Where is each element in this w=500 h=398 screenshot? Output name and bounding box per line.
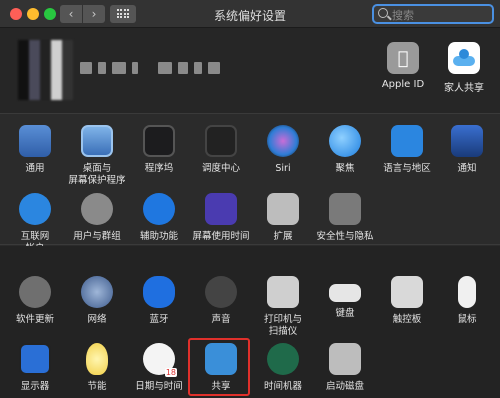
item-label: 启动磁盘 xyxy=(325,381,364,392)
title-bar: ‹ › 系统偏好设置 搜索 xyxy=(0,0,500,28)
item-label: 桌面与 屏幕保护程序 xyxy=(68,163,126,186)
section1-item-dock[interactable]: 程序坞 xyxy=(128,125,190,175)
preferences-section-2: 软件更新 网络 蓝牙 声音 打印机与 扫描仪 键盘 触控板 鼠标 显示器 节能 18 日期与时间 共享时… xyxy=(0,246,500,398)
section1-item-siri[interactable]: Siri xyxy=(252,125,314,175)
energy-saver-icon xyxy=(86,343,108,375)
item-label: 用户与群组 xyxy=(73,231,121,242)
section1-item-language-region[interactable]: 语言与地区 xyxy=(376,125,438,175)
account-header:  Apple ID 家人共享 xyxy=(0,28,500,114)
item-label: 调度中心 xyxy=(201,163,240,174)
item-label: 屏幕使用时间 xyxy=(192,231,250,242)
section2-item-energy-saver[interactable]: 节能 xyxy=(66,343,128,393)
section2-item-mouse[interactable]: 鼠标 xyxy=(436,276,498,326)
section2-item-date-time[interactable]: 18 日期与时间 xyxy=(128,343,190,393)
item-label: 辅助功能 xyxy=(139,231,178,242)
item-label: 打印机与 扫描仪 xyxy=(263,314,302,337)
item-label: 安全性与隐私 xyxy=(316,231,374,242)
item-label: 日期与时间 xyxy=(135,381,183,392)
item-label: 键盘 xyxy=(335,308,355,319)
section2-item-startup-disk[interactable]: 启动磁盘 xyxy=(314,343,376,393)
mission-control-icon xyxy=(205,125,237,157)
search-icon xyxy=(378,8,388,18)
section2-item-bluetooth[interactable]: 蓝牙 xyxy=(128,276,190,326)
mouse-icon xyxy=(458,276,476,308)
section1-item-notifications[interactable]: 通知 xyxy=(436,125,498,175)
section1-item-accessibility[interactable]: 辅助功能 xyxy=(128,193,190,243)
bluetooth-icon xyxy=(143,276,175,308)
accessibility-icon xyxy=(143,193,175,225)
item-label: 显示器 xyxy=(20,381,50,392)
network-icon xyxy=(81,276,113,308)
item-label: 声音 xyxy=(211,314,231,325)
search-placeholder: 搜索 xyxy=(392,9,414,22)
internet-accounts-icon xyxy=(19,193,51,225)
sound-icon xyxy=(205,276,237,308)
software-update-icon xyxy=(19,276,51,308)
family-sharing-label: 家人共享 xyxy=(444,83,484,94)
item-label: 触控板 xyxy=(392,314,422,325)
extensions-icon xyxy=(267,193,299,225)
item-label: 程序坞 xyxy=(144,163,174,174)
item-label: 通用 xyxy=(25,163,45,174)
printers-scanners-icon xyxy=(267,276,299,308)
section1-item-screen-time[interactable]: 屏幕使用时间 xyxy=(190,193,252,243)
item-label: 节能 xyxy=(87,381,107,392)
section1-item-mission-control[interactable]: 调度中心 xyxy=(190,125,252,175)
apple-id-item[interactable]:  Apple ID xyxy=(373,42,433,90)
keyboard-icon xyxy=(329,284,361,302)
item-label: 扩展 xyxy=(273,231,293,242)
apple-logo-icon:  xyxy=(387,42,419,74)
item-label: 网络 xyxy=(87,314,107,325)
siri-icon xyxy=(267,125,299,157)
section2-item-printers-scanners[interactable]: 打印机与 扫描仪 xyxy=(252,276,314,338)
section1-item-security-privacy[interactable]: 安全性与隐私 xyxy=(314,193,376,243)
section2-item-keyboard[interactable]: 键盘 xyxy=(314,276,376,320)
item-label: 时间机器 xyxy=(263,381,302,392)
section2-item-sound[interactable]: 声音 xyxy=(190,276,252,326)
section1-item-desktop-screensaver[interactable]: 桌面与 屏幕保护程序 xyxy=(66,125,128,187)
section2-item-trackpad[interactable]: 触控板 xyxy=(376,276,438,326)
preferences-section-1: 通用桌面与 屏幕保护程序程序坞调度中心Siri聚焦语言与地区通知互联网 帐户用户… xyxy=(0,115,500,254)
apple-id-label: Apple ID xyxy=(381,79,425,90)
language-region-icon xyxy=(391,125,423,157)
section2-item-displays[interactable]: 显示器 xyxy=(4,343,66,393)
account-name-obscured xyxy=(80,62,220,78)
item-label: 软件更新 xyxy=(15,314,54,325)
selection-highlight xyxy=(188,338,250,396)
avatar[interactable] xyxy=(18,40,73,100)
section1-item-users-groups[interactable]: 用户与群组 xyxy=(66,193,128,243)
date-time-icon: 18 xyxy=(143,343,177,377)
item-label: 通知 xyxy=(457,163,477,174)
startup-disk-icon xyxy=(329,343,361,375)
spotlight-icon xyxy=(329,125,361,157)
displays-icon xyxy=(19,343,51,375)
time-machine-icon xyxy=(267,343,299,375)
item-label: 鼠标 xyxy=(457,314,477,325)
section2-item-network[interactable]: 网络 xyxy=(66,276,128,326)
search-input[interactable]: 搜索 xyxy=(372,4,494,24)
screen-time-icon xyxy=(205,193,237,225)
dock-icon xyxy=(143,125,175,157)
family-sharing-icon xyxy=(448,42,480,74)
users-groups-icon xyxy=(81,193,113,225)
section1-item-spotlight[interactable]: 聚焦 xyxy=(314,125,376,175)
notifications-icon xyxy=(451,125,483,157)
section1-item-general[interactable]: 通用 xyxy=(4,125,66,175)
item-label: 聚焦 xyxy=(335,163,355,174)
family-sharing-item[interactable]: 家人共享 xyxy=(434,42,494,94)
item-label: 蓝牙 xyxy=(149,314,169,325)
section1-item-extensions[interactable]: 扩展 xyxy=(252,193,314,243)
item-label: Siri xyxy=(275,163,291,174)
section2-item-time-machine[interactable]: 时间机器 xyxy=(252,343,314,393)
section2-item-software-update[interactable]: 软件更新 xyxy=(4,276,66,326)
calendar-day-number: 18 xyxy=(164,368,177,377)
security-privacy-icon xyxy=(329,193,361,225)
trackpad-icon xyxy=(391,276,423,308)
desktop-screensaver-icon xyxy=(81,125,113,157)
general-icon xyxy=(19,125,51,157)
item-label: 语言与地区 xyxy=(383,163,431,174)
